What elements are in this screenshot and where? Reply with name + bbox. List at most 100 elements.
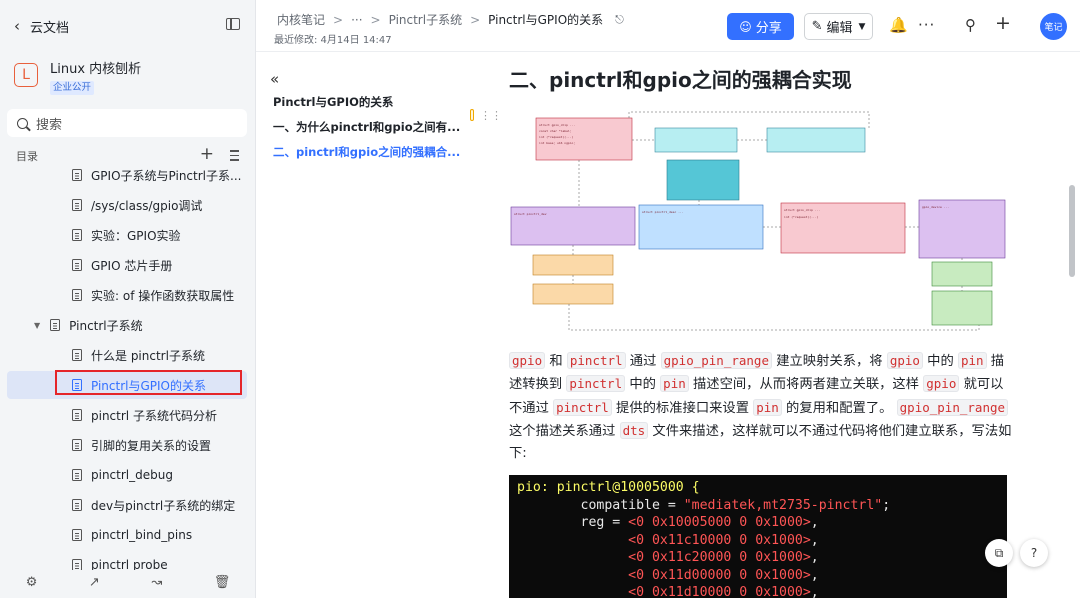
copy-doc-icon[interactable]: ⧉ <box>985 539 1013 567</box>
inline-code: pin <box>660 375 689 393</box>
help-icon[interactable]: ? <box>1020 539 1048 567</box>
inline-code: pinctrl <box>553 398 612 416</box>
document-icon <box>72 199 82 211</box>
chevron-down-icon[interactable]: ▼ <box>34 321 40 330</box>
paragraph-text: 和 <box>545 354 567 369</box>
crumb-current: Pinctrl与GPIO的关系 <box>488 13 604 27</box>
code-line: compatible = "mediatek,mt2735-pinctrl"; <box>517 497 891 513</box>
svg-text:struct pinctrl_desc ...: struct pinctrl_desc ... <box>642 210 684 214</box>
inline-code: pin <box>958 352 987 369</box>
tree-item-label: pinctrl_debug <box>91 468 173 482</box>
crumb-parent[interactable]: Pinctrl子系统 <box>389 11 462 28</box>
outline-title[interactable]: Pinctrl与GPIO的关系 <box>273 94 463 119</box>
inline-code: pinctrl <box>566 352 626 369</box>
outline-item-1[interactable]: 一、为什么pinctrl和gpio之间有... <box>273 119 463 144</box>
document-icon <box>72 259 82 271</box>
sidebar-doc-item[interactable]: 实验: of 操作函数获取属性 <box>7 281 247 309</box>
add-icon[interactable]: + <box>200 144 214 164</box>
svg-text:struct gpio_chip ...: struct gpio_chip ... <box>539 123 575 127</box>
paragraph-text: 中的 <box>922 354 958 369</box>
tree-item-label: GPIO子系统与Pinctrl子系... <box>91 168 242 183</box>
crumb-more[interactable]: ··· <box>351 13 362 27</box>
kb-avatar: L <box>14 63 38 87</box>
bell-icon[interactable]: 🔔 <box>889 16 908 34</box>
crumb-root[interactable]: 内核笔记 <box>277 11 325 28</box>
collapse-outline-icon[interactable]: « <box>270 70 279 88</box>
sidebar-doc-item[interactable]: pinctrl_bind_pins <box>7 521 247 549</box>
crumb-separator-icon: > <box>470 12 481 27</box>
more-icon[interactable]: ··· <box>918 16 935 34</box>
settings-icon[interactable]: ⚙ <box>26 575 38 590</box>
document-icon <box>72 289 82 301</box>
architecture-diagram-image[interactable]: struct gpio_chip ... const char *label; … <box>509 110 1014 340</box>
toc-header: 目录 + <box>16 144 244 166</box>
share-out-icon[interactable]: ↗ <box>89 575 100 590</box>
sidebar-folder[interactable]: ▼ Pinctrl子系统 <box>7 311 247 339</box>
inline-code: dts <box>619 421 649 439</box>
svg-text:int (*request)(...): int (*request)(...) <box>784 215 819 219</box>
share-label: 分享 <box>755 21 782 36</box>
toc-label: 目录 <box>16 150 38 163</box>
code-line: reg = <0 0x10005000 0 0x1000>, <box>517 515 819 530</box>
tree-item-label: pinctrl 子系统代码分析 <box>91 408 217 423</box>
sidebar-doc-item[interactable]: dev与pinctrl子系统的绑定 <box>7 491 247 519</box>
inline-code: pin <box>753 398 782 416</box>
sidebar-bottom-toolbar: ⚙ ↗ ↝ 🗑 <box>0 566 256 598</box>
pin-icon[interactable]: ⎋ <box>615 13 624 27</box>
block-tools: ⋮⋮ <box>470 106 502 124</box>
document-icon <box>72 499 82 511</box>
sidebar-doc-item[interactable]: GPIO子系统与Pinctrl子系... <box>7 165 247 189</box>
sidebar-doc-item[interactable]: GPIO 芯片手册 <box>7 251 247 279</box>
svg-text:const char *label;: const char *label; <box>539 129 572 133</box>
doc-tree: GPIO子系统与Pinctrl子系... /sys/class/gpio调试实验：… <box>0 165 256 570</box>
list-options-icon[interactable] <box>227 150 239 161</box>
tree-item-label: /sys/class/gpio调试 <box>91 198 203 213</box>
crumb-separator-icon: > <box>370 12 381 27</box>
tree-item-label: GPIO 芯片手册 <box>91 258 173 273</box>
search-icon[interactable]: ⚲ <box>965 16 976 34</box>
outline-item-2[interactable]: 二、pinctrl和gpio之间的强耦合... <box>273 144 463 169</box>
tree-item-label: Pinctrl子系统 <box>69 318 143 333</box>
code-line: <0 0x11c20000 0 0x1000>, <box>628 550 819 565</box>
chart-icon[interactable]: ↝ <box>151 575 162 590</box>
paragraph: gpio 和 pinctrl 通过 gpio_pin_range 建立映射关系，… <box>509 350 1014 465</box>
share-button[interactable]: ☺ 分享 <box>727 13 794 40</box>
doc-header: 内核笔记 > ··· > Pinctrl子系统 > Pinctrl与GPIO的关… <box>256 0 1080 52</box>
edit-button[interactable]: ✎ 编辑 ▼ <box>804 13 873 40</box>
knowledge-base-header[interactable]: L Linux 内核刨析 企业公开 <box>14 62 244 96</box>
add-icon[interactable]: + <box>995 12 1011 34</box>
paragraph-text: 这个描述关系通过 <box>509 423 620 439</box>
last-modified: 最近修改: 4月14日 14:47 <box>274 35 392 46</box>
sidebar-doc-item[interactable]: 实验：GPIO实验 <box>7 221 247 249</box>
document-icon <box>72 409 82 421</box>
users-icon: ☺ <box>739 19 752 34</box>
document-icon <box>72 169 82 181</box>
code-line: pio: pinctrl@10005000 { <box>517 480 700 495</box>
image-icon[interactable] <box>470 109 474 121</box>
sidebar-doc-item[interactable]: 引脚的复用关系的设置 <box>7 431 247 459</box>
inline-code: gpio <box>923 375 960 393</box>
sidebar-doc-item[interactable]: pinctrl_debug <box>7 461 247 489</box>
avatar[interactable]: 笔记 <box>1040 13 1067 40</box>
document-icon <box>72 229 82 241</box>
sidebar-doc-item[interactable]: /sys/class/gpio调试 <box>7 191 247 219</box>
drag-handle-icon[interactable]: ⋮⋮ <box>480 109 502 122</box>
inline-code: pinctrl <box>566 375 626 393</box>
pencil-icon: ✎ <box>811 19 823 34</box>
inline-code: gpio <box>886 352 923 369</box>
trash-icon[interactable]: 🗑 <box>214 575 231 590</box>
search-input[interactable]: 搜索 <box>7 109 247 137</box>
sidebar-doc-item[interactable]: 什么是 pinctrl子系统 <box>7 341 247 369</box>
code-line: <0 0x11d10000 0 0x1000>, <box>628 585 819 598</box>
tree-item-label: dev与pinctrl子系统的绑定 <box>91 498 236 513</box>
document-icon <box>72 349 82 361</box>
back-arrow-icon[interactable]: ‹ <box>14 17 20 35</box>
paragraph-text: 通过 <box>625 354 661 369</box>
tree-item-label: 实验: of 操作函数获取属性 <box>91 288 235 303</box>
sidebar-doc-item[interactable]: pinctrl 子系统代码分析 <box>7 401 247 429</box>
scrollbar-thumb[interactable] <box>1069 185 1075 277</box>
back-label[interactable]: 云文档 <box>30 17 69 36</box>
search-icon <box>17 117 28 129</box>
toggle-sidebar-icon[interactable] <box>226 18 240 30</box>
document-icon <box>72 469 82 481</box>
